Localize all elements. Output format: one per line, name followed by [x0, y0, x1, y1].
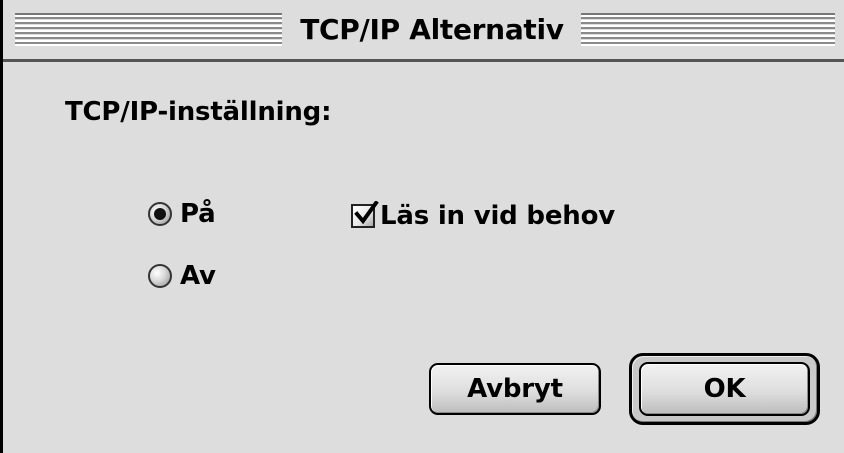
radio-off-label: Av: [180, 261, 216, 291]
radio-unselected-icon[interactable]: [148, 264, 172, 288]
tcpip-setting-label: TCP/IP-inställning:: [65, 97, 332, 127]
radio-off[interactable]: Av: [148, 261, 216, 291]
title-bar-stripes-left: [15, 13, 282, 46]
radio-on-label: På: [180, 199, 216, 229]
radio-selected-icon[interactable]: [148, 202, 172, 226]
load-on-demand-checkbox[interactable]: Läs in vid behov: [351, 201, 615, 231]
radio-on[interactable]: På: [148, 199, 216, 229]
dialog-content: TCP/IP-inställning: På Av Läs in vid beh…: [3, 62, 844, 453]
load-on-demand-label: Läs in vid behov: [380, 201, 616, 231]
cancel-button[interactable]: Avbryt: [429, 363, 601, 415]
checkmark-icon[interactable]: [351, 201, 379, 228]
window-title: TCP/IP Alternativ: [300, 13, 564, 46]
ok-button[interactable]: OK: [639, 362, 810, 416]
title-bar-stripes-right: [581, 13, 835, 46]
tcpip-options-dialog: TCP/IP Alternativ TCP/IP-inställning: På…: [0, 0, 844, 453]
title-bar[interactable]: TCP/IP Alternativ: [3, 0, 844, 62]
